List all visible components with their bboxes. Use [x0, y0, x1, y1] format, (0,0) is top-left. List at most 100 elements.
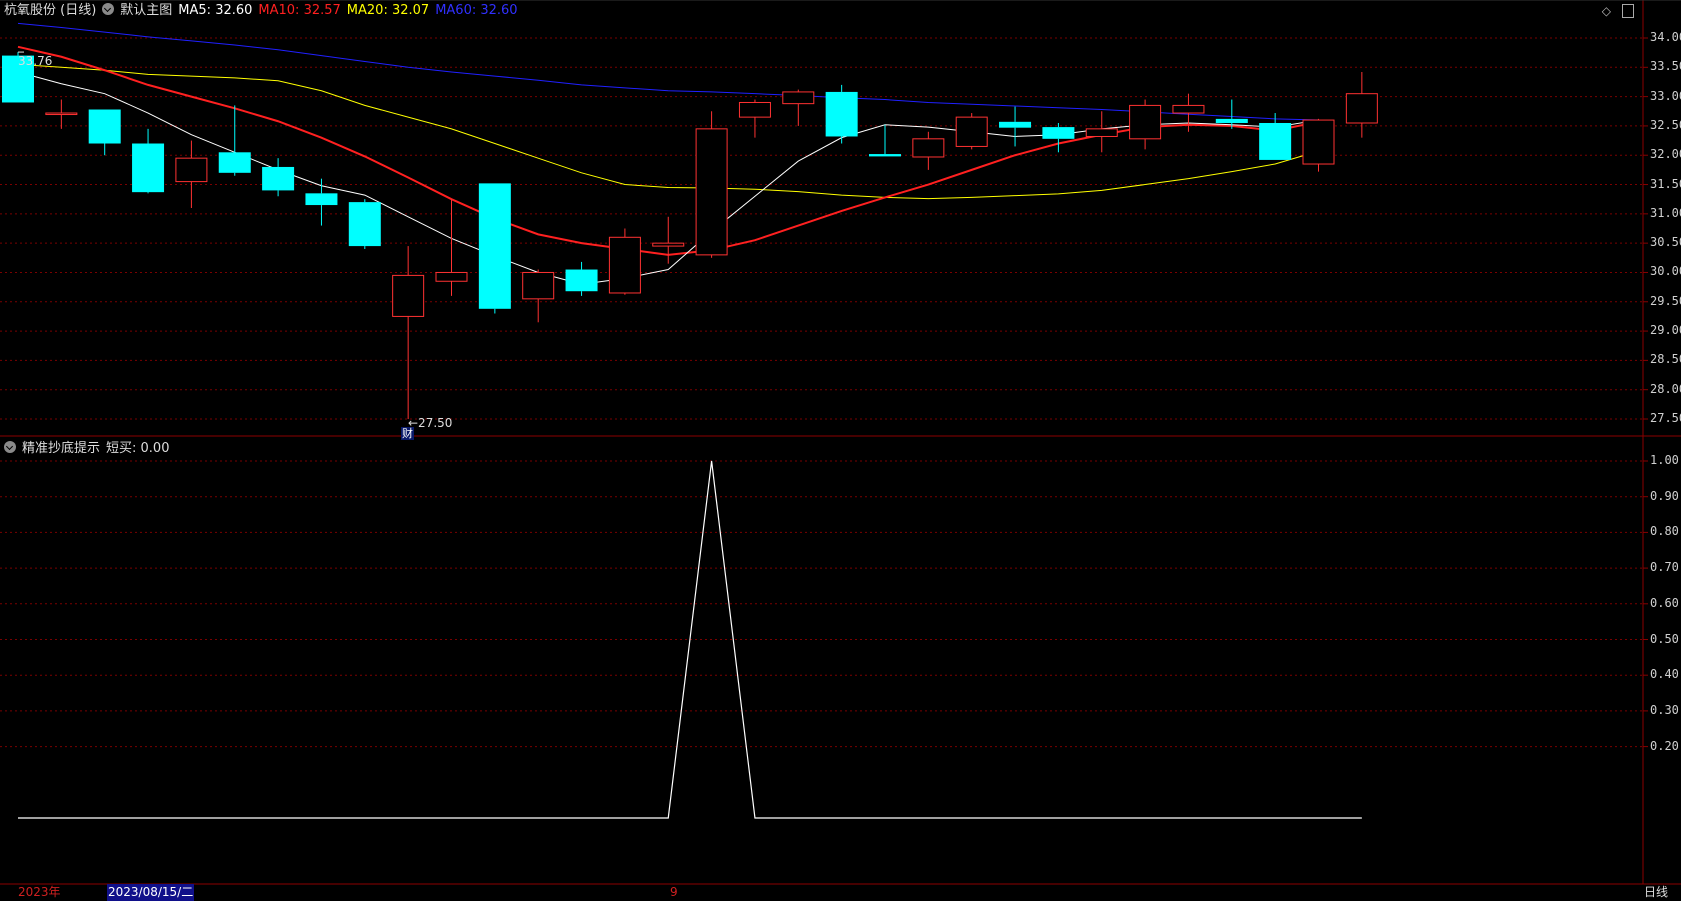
candle-body-up: [175, 157, 208, 183]
indicator-tick-label: 0.40: [1650, 667, 1679, 682]
chart-canvas[interactable]: [0, 0, 1681, 901]
candle-body-down: [218, 152, 251, 173]
candle-body-down: [1042, 127, 1075, 139]
candle-body-up: [45, 112, 78, 116]
low-price-label: ←27.50: [408, 416, 453, 430]
candle: [478, 183, 511, 314]
stock-title[interactable]: 杭氧股份 (日线): [4, 3, 96, 18]
price-tick-label: 34.00: [1650, 30, 1681, 44]
candle-body-down: [305, 193, 338, 206]
candle: [1085, 111, 1118, 153]
period-label[interactable]: 日线: [1644, 884, 1668, 901]
ma5-label: MA5: 32.60: [178, 3, 253, 18]
candle-body-down: [262, 166, 295, 191]
candle: [262, 158, 295, 197]
candle: [1129, 99, 1162, 150]
price-tick-label: 28.00: [1650, 381, 1681, 396]
candle: [955, 113, 988, 150]
price-tick-label: 29.00: [1650, 323, 1681, 338]
candle: [608, 228, 641, 295]
price-tick-label: 31.00: [1650, 205, 1681, 220]
cursor-date: 2023/08/15/二: [107, 884, 195, 901]
candle-body-up: [1129, 104, 1162, 140]
template-selector[interactable]: 默认主图: [120, 3, 172, 18]
finance-event-marker[interactable]: 财: [401, 427, 414, 440]
price-tick-label: 33.00: [1650, 88, 1681, 103]
indicator-tick-label: 0.20: [1650, 738, 1679, 753]
candle-body-up: [695, 128, 728, 256]
candle: [88, 109, 121, 156]
indicator-value: 短买: 0.00: [106, 441, 170, 456]
candle-body-up: [782, 91, 815, 105]
indicator-name[interactable]: 精准抄底提示: [22, 441, 100, 456]
candle: [218, 105, 251, 176]
candle: [175, 140, 208, 208]
date-axis: 2023年 2023/08/15/二 9 日线: [0, 884, 1681, 901]
chevron-down-icon[interactable]: [4, 441, 16, 453]
chevron-down-icon[interactable]: [102, 3, 115, 15]
candle-body-up: [1085, 128, 1118, 137]
price-tick-label: 32.00: [1650, 147, 1681, 162]
candle: [825, 84, 858, 144]
year-label: 2023年: [18, 885, 61, 899]
candle-body-down: [565, 269, 598, 292]
candle: [912, 131, 945, 170]
candle-body-down: [1215, 118, 1248, 123]
candle-body-up: [1345, 93, 1378, 124]
price-tick-label: 30.50: [1650, 235, 1681, 250]
candle: [695, 111, 728, 258]
candle-body-up: [435, 271, 468, 282]
ma10-label: MA10: 32.57: [258, 3, 341, 18]
candle: [565, 261, 598, 296]
candle-body-up: [652, 242, 685, 247]
candle: [1042, 122, 1075, 153]
candle-body-down: [869, 154, 901, 157]
candle: [1302, 118, 1335, 172]
indicator-tick-label: 0.80: [1650, 524, 1679, 539]
ma20-label: MA20: 32.07: [346, 3, 430, 18]
indicator-tick-label: 0.70: [1650, 560, 1679, 575]
indicator-tick-label: 0.50: [1650, 631, 1679, 646]
window-toggle-icon[interactable]: [1622, 4, 1634, 18]
candle-body-down: [825, 91, 858, 137]
candle: [782, 89, 815, 126]
indicator-tick-label: 0.90: [1650, 488, 1679, 503]
candle: [348, 199, 381, 250]
candle: [45, 99, 78, 129]
candle: [305, 178, 338, 226]
main-chart-header: 杭氧股份 (日线) 默认主图 MA5: 32.60 MA10: 32.57 MA20: …: [4, 2, 524, 20]
candle-body-down: [1259, 122, 1292, 160]
candle-body-up: [955, 116, 988, 147]
candle-body-down: [88, 109, 121, 144]
candle-body-up: [522, 271, 555, 300]
candle: [652, 216, 685, 264]
price-tick-label: 27.50: [1650, 411, 1681, 425]
price-tick-label: 31.50: [1650, 176, 1681, 191]
ma60-line: [17, 22, 1319, 121]
candle-body-up: [392, 274, 425, 317]
indicator-tick-label: 0.60: [1650, 595, 1679, 610]
price-tick-label: 32.50: [1650, 117, 1681, 132]
candle-body-down: [478, 183, 511, 309]
candle: [738, 99, 771, 138]
candlesticks: [2, 52, 1378, 419]
candle: [132, 128, 165, 194]
candle: [869, 124, 901, 157]
candle-body-up: [912, 138, 945, 158]
candle: [392, 246, 425, 419]
month-marker: 9: [670, 885, 678, 899]
indicator-tick-label: 0.30: [1650, 702, 1679, 717]
indicator-header: 精准抄底提示 短买: 0.00: [4, 440, 175, 458]
diamond-icon[interactable]: ◇: [1602, 4, 1611, 18]
price-tick-label: 28.50: [1650, 352, 1681, 367]
candle: [999, 106, 1032, 147]
price-tick-label: 33.50: [1650, 59, 1681, 74]
price-tick-label: 30.00: [1650, 264, 1681, 279]
candle-body-up: [1172, 104, 1205, 114]
candle-body-down: [132, 143, 165, 193]
candle-body-up: [738, 101, 771, 118]
candle: [1345, 71, 1378, 138]
candle: [1259, 113, 1292, 160]
candle-body-down: [999, 121, 1032, 128]
indicator-tick-label: 1.00: [1650, 453, 1679, 467]
